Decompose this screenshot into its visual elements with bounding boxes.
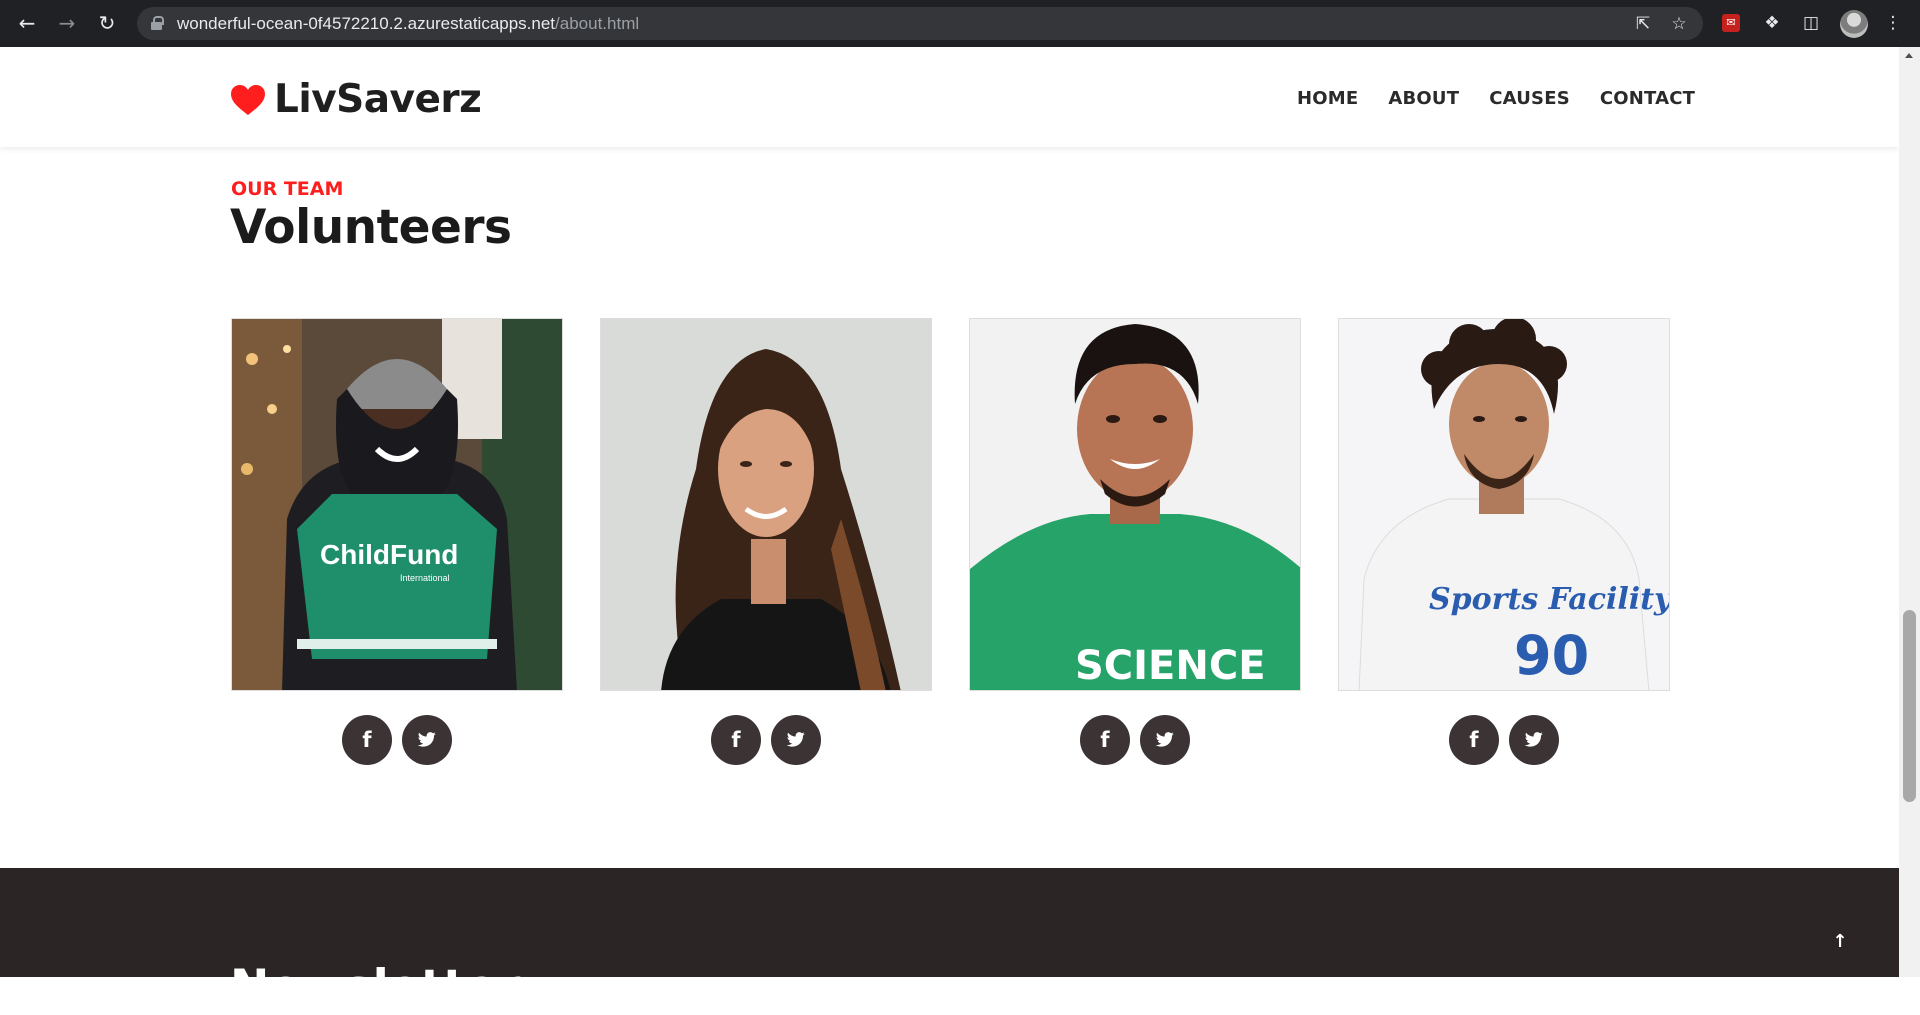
twitter-icon[interactable] — [771, 715, 821, 765]
back-icon[interactable]: ← — [14, 10, 40, 36]
forward-icon[interactable]: → — [54, 10, 80, 36]
scrollbar-thumb[interactable] — [1903, 610, 1916, 802]
facebook-icon[interactable]: f — [1080, 715, 1130, 765]
share-icon[interactable]: ⇱ — [1632, 13, 1654, 35]
social-links: f — [969, 715, 1301, 765]
volunteer-photo — [600, 318, 932, 691]
photo-text: ChildFund — [320, 539, 458, 570]
bookmark-star-icon[interactable]: ☆ — [1668, 13, 1690, 35]
footer: Newsletter — [0, 868, 1899, 1015]
volunteer-photo: ChildFund International — [231, 318, 563, 691]
photo-text: Sports Facility — [1429, 582, 1670, 617]
volunteer-card: ChildFund International f — [231, 318, 563, 765]
nav-home[interactable]: HOME — [1297, 88, 1358, 109]
profile-avatar[interactable] — [1840, 10, 1868, 38]
side-panel-icon[interactable]: ◫ — [1800, 12, 1822, 34]
volunteer-photo: Sports Facility 90 — [1338, 318, 1670, 691]
nav-about[interactable]: ABOUT — [1388, 88, 1459, 109]
volunteer-card: f — [600, 318, 932, 765]
site-logo[interactable]: LivSaverz — [230, 77, 482, 122]
scroll-up-icon[interactable] — [1905, 53, 1913, 58]
main-nav: HOME ABOUT CAUSES CONTACT — [1297, 88, 1725, 109]
nav-contact[interactable]: CONTACT — [1600, 88, 1695, 109]
facebook-icon[interactable]: f — [711, 715, 761, 765]
address-bar[interactable]: wonderful-ocean-0f4572210.2.azurestatica… — [137, 7, 1703, 40]
page-scrollbar[interactable] — [1899, 47, 1920, 977]
section-eyebrow: OUR TEAM — [231, 178, 344, 200]
extension-icon[interactable]: ✉ — [1722, 14, 1740, 32]
social-links: f — [231, 715, 563, 765]
nav-causes[interactable]: CAUSES — [1489, 88, 1570, 109]
photo-text: SCIENCE — [1075, 643, 1266, 689]
facebook-icon[interactable]: f — [1449, 715, 1499, 765]
brand-name: LivSaverz — [274, 77, 482, 122]
puzzle-icon[interactable]: ❖ — [1761, 12, 1783, 34]
newsletter-heading: Newsletter — [230, 960, 521, 1015]
heart-icon — [231, 84, 265, 115]
browser-toolbar: ← → ↻ wonderful-ocean-0f4572210.2.azures… — [0, 0, 1920, 47]
social-links: f — [1338, 715, 1670, 765]
site-header: LivSaverz HOME ABOUT CAUSES CONTACT — [0, 47, 1899, 147]
volunteer-card: SCIENCE f — [969, 318, 1301, 765]
photo-subtext: International — [400, 573, 450, 583]
section-title: Volunteers — [230, 200, 512, 255]
reload-icon[interactable]: ↻ — [94, 10, 120, 36]
lock-icon[interactable] — [151, 16, 164, 30]
back-to-top-icon[interactable]: ↑ — [1829, 931, 1851, 953]
facebook-icon[interactable]: f — [342, 715, 392, 765]
volunteer-card: Sports Facility 90 f — [1338, 318, 1670, 765]
twitter-icon[interactable] — [1140, 715, 1190, 765]
volunteer-photo: SCIENCE — [969, 318, 1301, 691]
url-text[interactable]: wonderful-ocean-0f4572210.2.azurestatica… — [177, 14, 639, 34]
menu-kebab-icon[interactable]: ⋮ — [1882, 12, 1904, 34]
twitter-icon[interactable] — [402, 715, 452, 765]
twitter-icon[interactable] — [1509, 715, 1559, 765]
photo-subtext: 90 — [1514, 624, 1589, 687]
social-links: f — [600, 715, 932, 765]
